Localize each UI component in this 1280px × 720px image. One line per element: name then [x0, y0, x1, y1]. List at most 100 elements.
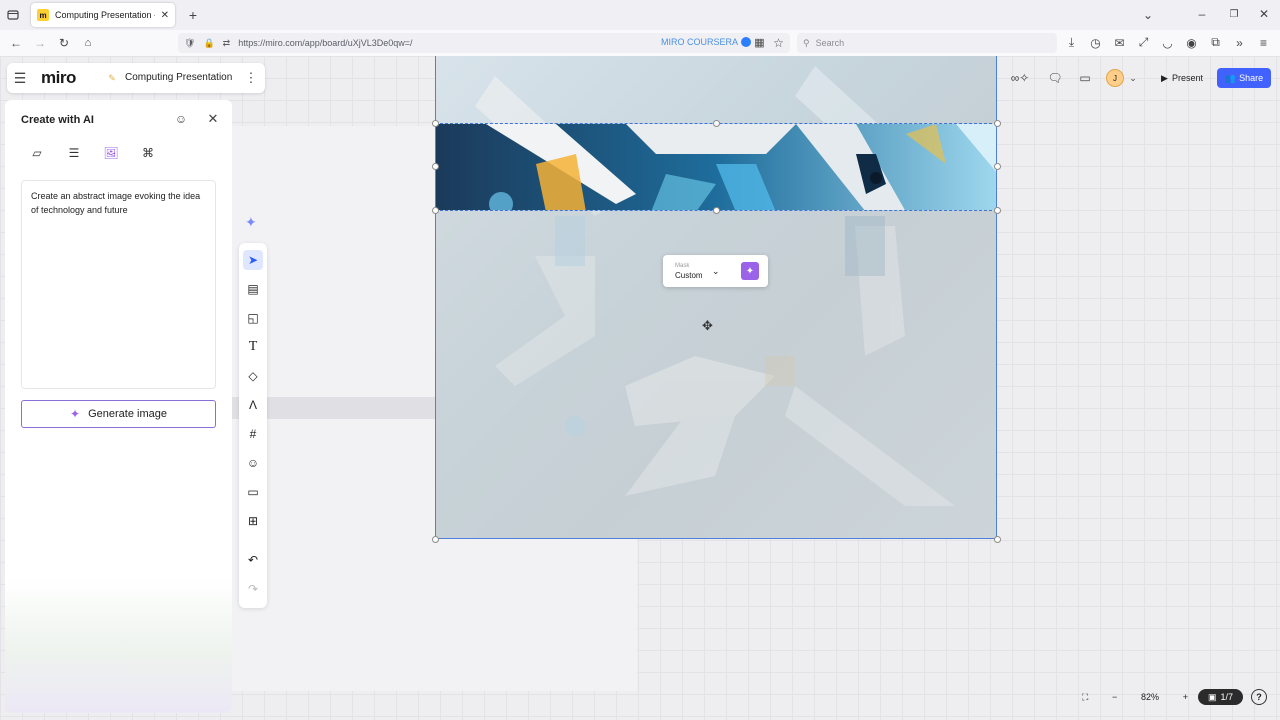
tab-overflow-chevron-icon[interactable]: ⌄: [1141, 8, 1155, 22]
browser-tab-bar: m Computing Presentation - Miro ✕ + ⌄ – …: [0, 0, 1280, 30]
sticky-note-icon[interactable]: ◱: [243, 308, 263, 328]
text-icon[interactable]: T: [243, 337, 263, 357]
url-text[interactable]: https://miro.com/app/board/uXjVL3De0qw=/: [238, 38, 412, 48]
avatar[interactable]: J: [1106, 69, 1124, 87]
frame-icon[interactable]: #: [243, 424, 263, 444]
history-icon[interactable]: ◷: [1089, 36, 1102, 50]
zoom-level[interactable]: 82%: [1141, 692, 1159, 702]
forward-arrow-icon[interactable]: →: [33, 36, 47, 50]
create-with-ai-panel: Create with AI ☺ ✕ ▱ ☰ 🖼 ⌘ Create an abs…: [5, 100, 232, 713]
chevron-down-icon[interactable]: ⌄: [712, 266, 720, 277]
extension-badge[interactable]: MIRO COURSERA: [661, 37, 752, 47]
board-more-icon[interactable]: ⋮: [245, 70, 258, 85]
prompt-input[interactable]: Create an abstract image evoking the ide…: [21, 180, 216, 389]
undo-icon[interactable]: ↶: [243, 550, 263, 570]
templates-icon[interactable]: ▤: [243, 279, 263, 299]
resize-handle-top-left[interactable]: [432, 120, 439, 127]
zoom-out-icon[interactable]: −: [1112, 692, 1117, 702]
panel-title: Create with AI: [21, 114, 94, 126]
select-cursor-icon[interactable]: ➤: [243, 250, 263, 270]
close-tab-icon[interactable]: ✕: [161, 10, 169, 21]
present-label: Present: [1171, 73, 1203, 83]
extension-dot-icon: [741, 37, 752, 47]
miro-favicon-icon: m: [37, 9, 49, 21]
resize-handle-bottom-left[interactable]: [432, 207, 439, 214]
image-corner-handle-bottom-right[interactable]: [994, 536, 1001, 543]
site-info-icon[interactable]: ⇄: [223, 38, 231, 49]
miro-logo[interactable]: miro: [41, 68, 76, 88]
reload-icon[interactable]: ↻: [57, 36, 71, 50]
shapes-icon[interactable]: ◇: [243, 366, 263, 386]
account-icon[interactable]: ◉: [1185, 36, 1198, 50]
board-name[interactable]: Computing Presentation: [125, 72, 232, 83]
avatar-chevron-icon[interactable]: ⌄: [1128, 71, 1138, 85]
page-count: 1/7: [1220, 692, 1234, 702]
resize-handle-mid-right[interactable]: [994, 163, 1001, 170]
resize-handle-top-mid[interactable]: [713, 120, 720, 127]
redo-icon[interactable]: ↷: [243, 579, 263, 599]
pen-icon[interactable]: Λ: [243, 395, 263, 415]
generate-label: Generate image: [88, 408, 167, 420]
video-call-icon[interactable]: ▭: [1077, 70, 1093, 86]
browser-tab[interactable]: m Computing Presentation - Miro ✕: [31, 3, 175, 27]
mask-label: Mask: [675, 263, 690, 269]
mask-value-select[interactable]: Custom: [675, 271, 703, 280]
zoom-controls: ⛶ − 82% +: [1076, 686, 1194, 708]
help-icon[interactable]: ?: [1251, 689, 1267, 705]
tab-list-icon[interactable]: [6, 8, 20, 22]
download-icon[interactable]: ⤓: [1065, 35, 1078, 49]
extensions-icon[interactable]: ⧉: [1209, 35, 1222, 49]
image-selection-border: [435, 56, 997, 539]
close-icon[interactable]: ✕: [205, 111, 221, 127]
comment-icon[interactable]: ▭: [243, 482, 263, 502]
new-tab-icon[interactable]: +: [186, 7, 200, 23]
resize-handle-bottom-mid[interactable]: [713, 207, 720, 214]
diagram-tab-icon[interactable]: ⌘: [133, 140, 163, 166]
pages-indicator[interactable]: ▣ 1/7: [1198, 689, 1243, 705]
grid-apps-icon[interactable]: ▦: [753, 36, 766, 49]
toolbar: ➤ ▤ ◱ T ◇ Λ # ☺ ▭ ⊞ ↶ ↷: [239, 243, 267, 608]
share-label: Share: [1239, 73, 1264, 83]
add-more-icon[interactable]: ⊞: [243, 511, 263, 531]
play-icon: ▶: [1161, 72, 1168, 83]
back-arrow-icon[interactable]: ←: [9, 36, 23, 50]
comment-check-icon[interactable]: 🗨: [1047, 70, 1063, 86]
ai-sparkle-button[interactable]: ✦: [741, 262, 759, 280]
generate-image-button[interactable]: ✦ Generate image: [21, 400, 216, 428]
resize-handle-bottom-right[interactable]: [994, 207, 1001, 214]
more-tools-icon[interactable]: »: [1233, 36, 1246, 50]
minimize-window-icon[interactable]: –: [1195, 7, 1209, 21]
present-button[interactable]: ▶ Present: [1152, 68, 1212, 88]
home-icon[interactable]: ⌂: [81, 36, 95, 50]
feedback-icon[interactable]: ☺: [173, 111, 189, 127]
zoom-in-icon[interactable]: +: [1183, 692, 1188, 702]
resize-icon[interactable]: ⤢: [1137, 35, 1150, 49]
search-placeholder: Search: [815, 38, 845, 48]
bookmark-star-icon[interactable]: ☆: [772, 36, 785, 50]
document-tab-icon[interactable]: ☰: [59, 140, 89, 166]
ai-mode-tabs: ▱ ☰ 🖼 ⌘: [22, 140, 163, 166]
resize-handle-mid-left[interactable]: [432, 163, 439, 170]
people-icon: 👥: [1224, 72, 1237, 83]
share-button[interactable]: 👥 Share: [1217, 68, 1271, 88]
browser-search-input[interactable]: ⚲ Search: [797, 33, 1057, 53]
resize-handle-top-right[interactable]: [994, 120, 1001, 127]
shield-icon[interactable]: 🛡: [184, 38, 195, 49]
app-menu-icon[interactable]: ≡: [1257, 36, 1270, 50]
tab-title: Computing Presentation - Miro: [55, 10, 155, 20]
hamburger-menu-icon[interactable]: ☰: [13, 70, 27, 86]
miro-top-bar: ☰ miro ✎ Computing Presentation ⋮: [7, 63, 265, 93]
fit-to-screen-icon[interactable]: ⛶: [1082, 692, 1088, 703]
sticky-note-tab-icon[interactable]: ▱: [22, 140, 52, 166]
sparkle-icon: ✦: [70, 407, 81, 421]
mail-icon[interactable]: ✉: [1113, 36, 1126, 50]
emoji-icon[interactable]: ☺: [243, 453, 263, 473]
image-tab-icon[interactable]: 🖼: [96, 140, 126, 166]
restore-window-icon[interactable]: ❐: [1227, 7, 1241, 21]
ai-sparkle-icon[interactable]: ✦: [245, 214, 257, 231]
board-icon: ✎: [108, 72, 116, 83]
image-corner-handle-bottom-left[interactable]: [432, 536, 439, 543]
reactions-icon[interactable]: ∞✧: [1005, 70, 1035, 86]
close-window-icon[interactable]: ✕: [1257, 7, 1271, 21]
pocket-icon[interactable]: ◡: [1161, 36, 1174, 50]
